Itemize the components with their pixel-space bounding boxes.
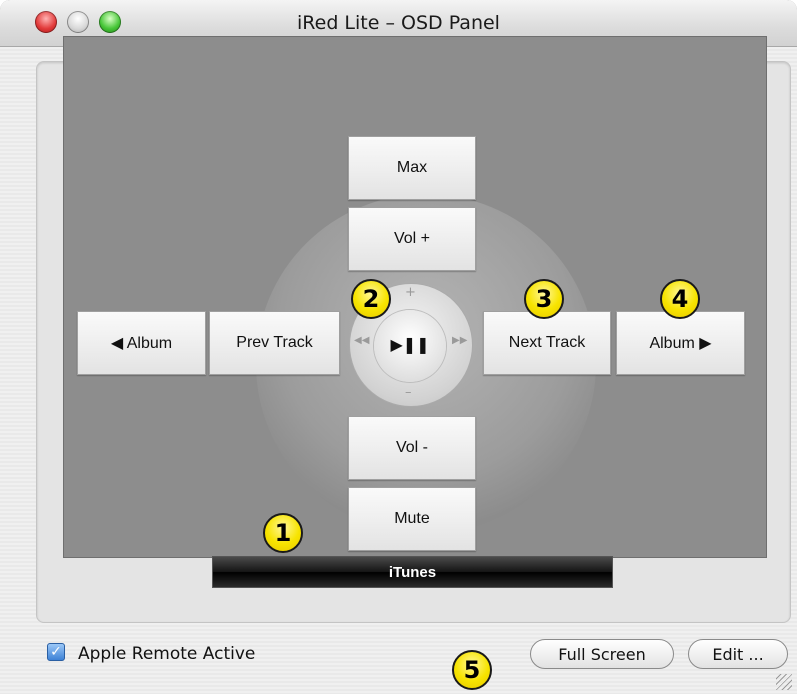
volume-up-button[interactable]: Vol + bbox=[348, 207, 476, 271]
active-app-label: iTunes bbox=[212, 556, 613, 588]
resize-grip-icon[interactable] bbox=[776, 674, 792, 690]
edit-button[interactable]: Edit ... bbox=[688, 639, 788, 669]
wheel-minus-icon: – bbox=[405, 385, 412, 400]
max-volume-button[interactable]: Max bbox=[348, 136, 476, 200]
callout-badge-5: 5 bbox=[452, 650, 492, 690]
next-track-button[interactable]: Next Track bbox=[483, 311, 611, 375]
previous-album-button[interactable]: ◀ Album bbox=[77, 311, 206, 375]
previous-track-button[interactable]: Prev Track bbox=[209, 311, 340, 375]
apple-remote-label[interactable]: Apple Remote Active bbox=[78, 644, 255, 664]
wheel-plus-icon: + bbox=[405, 285, 416, 300]
volume-down-button[interactable]: Vol - bbox=[348, 416, 476, 480]
osd-panel-window: iRed Lite – OSD Panel + – ◀◀ ▶▶ ▶❚❚ Max … bbox=[0, 0, 797, 694]
callout-badge-3: 3 bbox=[524, 279, 564, 319]
callout-badge-4: 4 bbox=[660, 279, 700, 319]
callout-badge-2: 2 bbox=[351, 279, 391, 319]
window-title: iRed Lite – OSD Panel bbox=[297, 12, 500, 34]
apple-remote-checkbox[interactable]: ✓ bbox=[47, 643, 65, 661]
callout-badge-1: 1 bbox=[263, 513, 303, 553]
mute-button[interactable]: Mute bbox=[348, 487, 476, 551]
full-screen-button[interactable]: Full Screen bbox=[530, 639, 674, 669]
wheel-forward-icon: ▶▶ bbox=[452, 335, 468, 346]
next-album-button[interactable]: Album ▶ bbox=[616, 311, 745, 375]
wheel-rewind-icon: ◀◀ bbox=[354, 335, 370, 346]
play-pause-icon[interactable]: ▶❚❚ bbox=[374, 335, 446, 354]
